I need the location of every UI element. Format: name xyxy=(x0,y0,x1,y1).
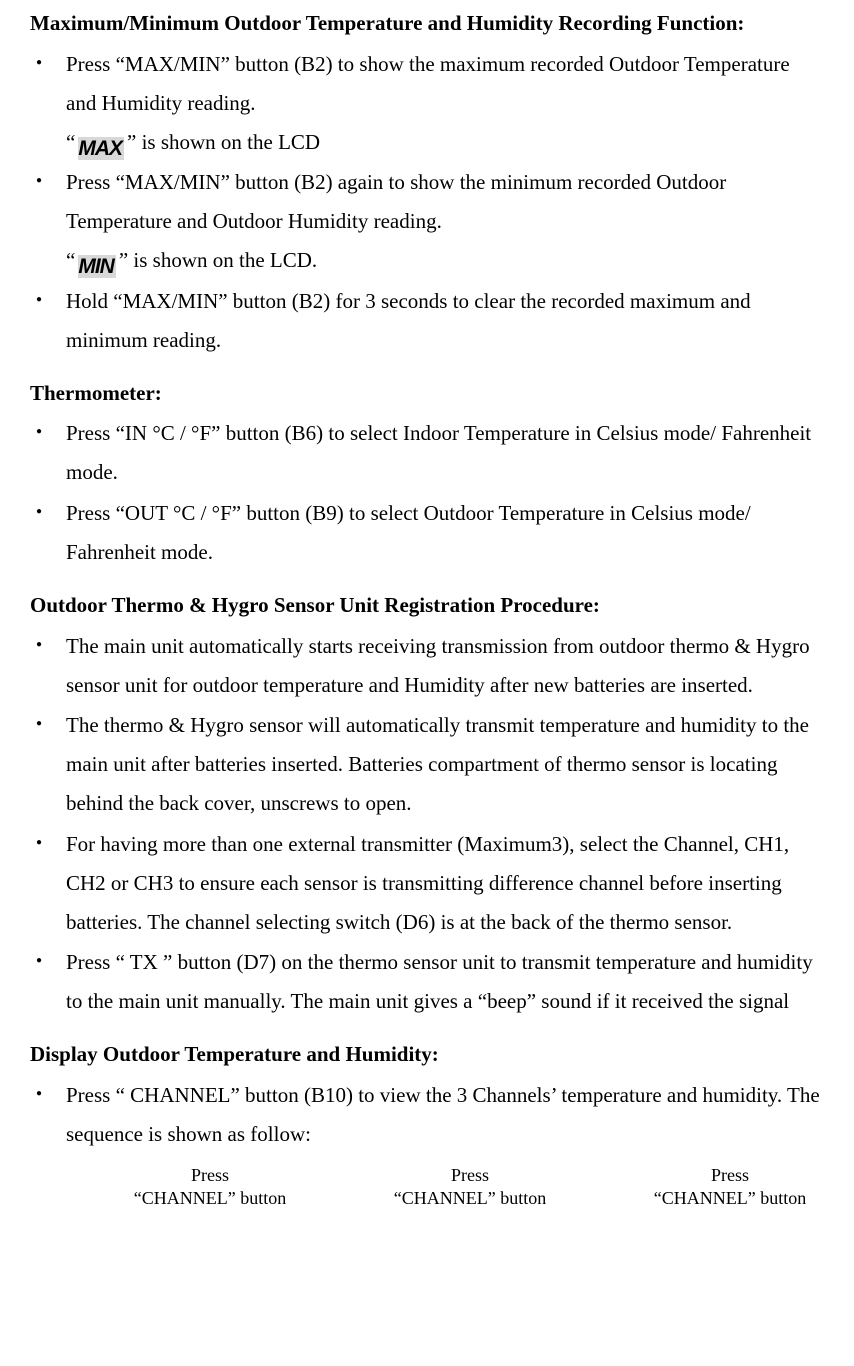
list-item-line: Press “OUT °C / °F” button (B9) to selec… xyxy=(66,494,824,572)
list-item-line: For having more than one external transm… xyxy=(66,825,824,942)
max-icon: MAX xyxy=(78,137,124,160)
list-item-line: “MIN” is shown on the LCD. xyxy=(66,241,824,280)
list-item-line: Press “ TX ” button (D7) on the thermo s… xyxy=(66,943,824,1021)
channel-press-label: Press xyxy=(120,1164,300,1187)
list-item-line: “MAX” is shown on the LCD xyxy=(66,123,824,162)
list-item: Press “MAX/MIN” button (B2) to show the … xyxy=(66,45,824,162)
list-item: Press “OUT °C / °F” button (B9) to selec… xyxy=(66,494,824,572)
bullet-list: Press “ CHANNEL” button (B10) to view th… xyxy=(30,1076,824,1154)
section-title: Maximum/Minimum Outdoor Temperature and … xyxy=(30,4,824,43)
channel-button-label: “CHANNEL” button xyxy=(120,1187,300,1210)
list-item: The thermo & Hygro sensor will automatic… xyxy=(66,706,824,823)
min-icon: MIN xyxy=(78,255,116,278)
list-item: The main unit automatically starts recei… xyxy=(66,627,824,705)
list-item: Press “MAX/MIN” button (B2) again to sho… xyxy=(66,163,824,280)
channel-sequence-step: Press“CHANNEL” button xyxy=(380,1164,560,1211)
list-item-line: Press “MAX/MIN” button (B2) again to sho… xyxy=(66,163,824,241)
list-item-line: The thermo & Hygro sensor will automatic… xyxy=(66,706,824,823)
channel-button-label: “CHANNEL” button xyxy=(640,1187,820,1210)
list-item: Press “IN °C / °F” button (B6) to select… xyxy=(66,414,824,492)
bullet-list: Press “MAX/MIN” button (B2) to show the … xyxy=(30,45,824,360)
channel-sequence-row: Press“CHANNEL” buttonPress“CHANNEL” butt… xyxy=(30,1164,824,1211)
section-title: Thermometer: xyxy=(30,374,824,413)
list-item: For having more than one external transm… xyxy=(66,825,824,942)
list-item-line: Press “IN °C / °F” button (B6) to select… xyxy=(66,414,824,492)
channel-press-label: Press xyxy=(640,1164,820,1187)
bullet-list: The main unit automatically starts recei… xyxy=(30,627,824,1021)
list-item-line: Press “MAX/MIN” button (B2) to show the … xyxy=(66,45,824,123)
bullet-list: Press “IN °C / °F” button (B6) to select… xyxy=(30,414,824,571)
channel-sequence-step: Press“CHANNEL” button xyxy=(640,1164,820,1211)
list-item: Hold “MAX/MIN” button (B2) for 3 seconds… xyxy=(66,282,824,360)
list-item: Press “ CHANNEL” button (B10) to view th… xyxy=(66,1076,824,1154)
section-title: Display Outdoor Temperature and Humidity… xyxy=(30,1035,824,1074)
channel-sequence-step: Press“CHANNEL” button xyxy=(120,1164,300,1211)
list-item-line: Press “ CHANNEL” button (B10) to view th… xyxy=(66,1076,824,1154)
channel-press-label: Press xyxy=(380,1164,560,1187)
list-item-line: The main unit automatically starts recei… xyxy=(66,627,824,705)
list-item-line: Hold “MAX/MIN” button (B2) for 3 seconds… xyxy=(66,282,824,360)
channel-button-label: “CHANNEL” button xyxy=(380,1187,560,1210)
section-title: Outdoor Thermo & Hygro Sensor Unit Regis… xyxy=(30,586,824,625)
list-item: Press “ TX ” button (D7) on the thermo s… xyxy=(66,943,824,1021)
